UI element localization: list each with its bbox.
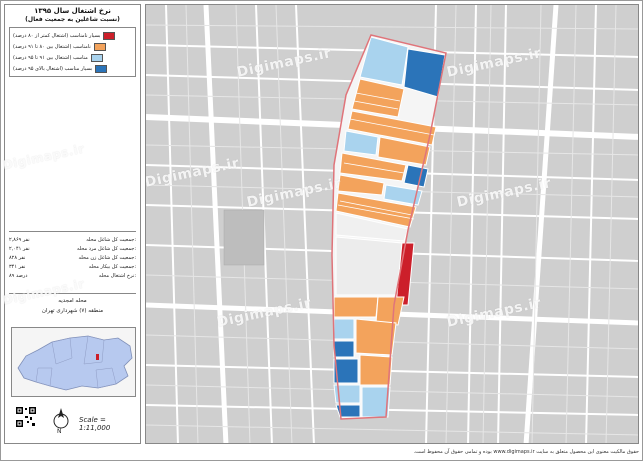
legend-swatch-very-poor	[103, 31, 116, 40]
block-poor	[333, 296, 379, 318]
stat-label: نرخ اشتغال محله:	[98, 272, 136, 279]
statistics-table: ۲,۸۶۹ نفر جمعیت کل شاغل محله: ۲,۰۴۱ نفر …	[9, 235, 136, 280]
inset-map	[11, 327, 136, 397]
stat-row: ۸۲۸ نفر جمعیت کل شاغل زن محله:	[9, 253, 136, 262]
legend-item-poor: نامناسب (اشتغال بین ۸۰ تا ۹۱ درصد)	[13, 41, 132, 52]
stat-value: ۳۴۱ نفر	[9, 263, 26, 270]
campus-block	[223, 209, 265, 266]
stat-label: جمعیت کل شاغل مرد محله:	[76, 245, 136, 252]
stat-label: جمعیت کل شاغل محله:	[86, 236, 136, 243]
copyright-notice: حقوق مالکیت معنوی این محصول متعلق به سای…	[413, 449, 639, 455]
legend: بسیار نامناسب (اشتغال کمتر از ۸۰ درصد) ن…	[9, 27, 136, 77]
stat-value: ۸۲۸ نفر	[9, 254, 26, 261]
qr-code-icon	[15, 406, 37, 428]
block-good	[333, 318, 355, 340]
block-very-good	[333, 340, 355, 358]
inset-location-marker	[96, 354, 99, 360]
map-canvas	[146, 5, 638, 443]
stadium-block	[335, 236, 403, 296]
block-poor	[355, 318, 397, 356]
legend-label: بسیار نامناسب (اشتغال کمتر از ۸۰ درصد)	[13, 32, 101, 39]
legend-swatch-good	[90, 53, 103, 62]
stat-value: ۲,۸۶۹ نفر	[9, 236, 30, 243]
map-view[interactable]: Digimaps.ir Digimaps.ir Digimaps.ir Digi…	[145, 4, 639, 444]
divider	[9, 231, 136, 232]
stat-label: جمعیت کل شاغل زن محله:	[78, 254, 136, 261]
legend-item-very-poor: بسیار نامناسب (اشتغال کمتر از ۸۰ درصد)	[13, 30, 132, 41]
block-very-good	[403, 164, 429, 188]
stat-value: ۸۹ درصد	[9, 272, 28, 279]
legend-item-very-good: بسیار مناسب (اشتغال بالای ۹۵ درصد)	[13, 63, 132, 74]
legend-label: بسیار مناسب (اشتغال بالای ۹۵ درصد)	[13, 65, 93, 72]
map-footer: N Scale = 1:11,000	[9, 402, 136, 442]
legend-label: مناسب (اشتغال بین ۹۱ تا ۹۵ درصد)	[13, 54, 88, 61]
stat-value: ۲,۰۴۱ نفر	[9, 245, 30, 252]
legend-item-good: مناسب (اشتغال بین ۹۱ تا ۹۵ درصد)	[13, 52, 132, 63]
inset-city-outline	[17, 335, 133, 391]
inset-map-graphic	[17, 335, 133, 391]
info-panel: نرخ اشتغال سال ۱۳۹۵ (نسبت شاغلین به جمعی…	[4, 4, 141, 444]
stat-row: ۲,۸۶۹ نفر جمعیت کل شاغل محله:	[9, 235, 136, 244]
map-title: نرخ اشتغال سال ۱۳۹۵	[34, 7, 111, 15]
stat-label: جمعیت کل بیکار محله:	[88, 263, 136, 270]
stat-row: ۲,۰۴۱ نفر جمعیت کل شاغل مرد محله:	[9, 244, 136, 253]
legend-label: نامناسب (اشتغال بین ۸۰ تا ۹۱ درصد)	[13, 43, 91, 50]
legend-swatch-poor	[93, 42, 106, 51]
north-arrow-icon	[53, 408, 69, 429]
block-poor	[359, 354, 393, 386]
north-label: N	[57, 428, 62, 435]
district-name: منطقه (۷) شهرداری تهران	[41, 308, 104, 314]
scale-text: Scale = 1:11,000	[79, 416, 111, 432]
legend-swatch-very-good	[95, 64, 108, 73]
map-subtitle: (نسبت شاغلین به جمعیت فعال)	[25, 16, 120, 23]
stat-row: ۳۴۱ نفر جمعیت کل بیکار محله:	[9, 262, 136, 271]
